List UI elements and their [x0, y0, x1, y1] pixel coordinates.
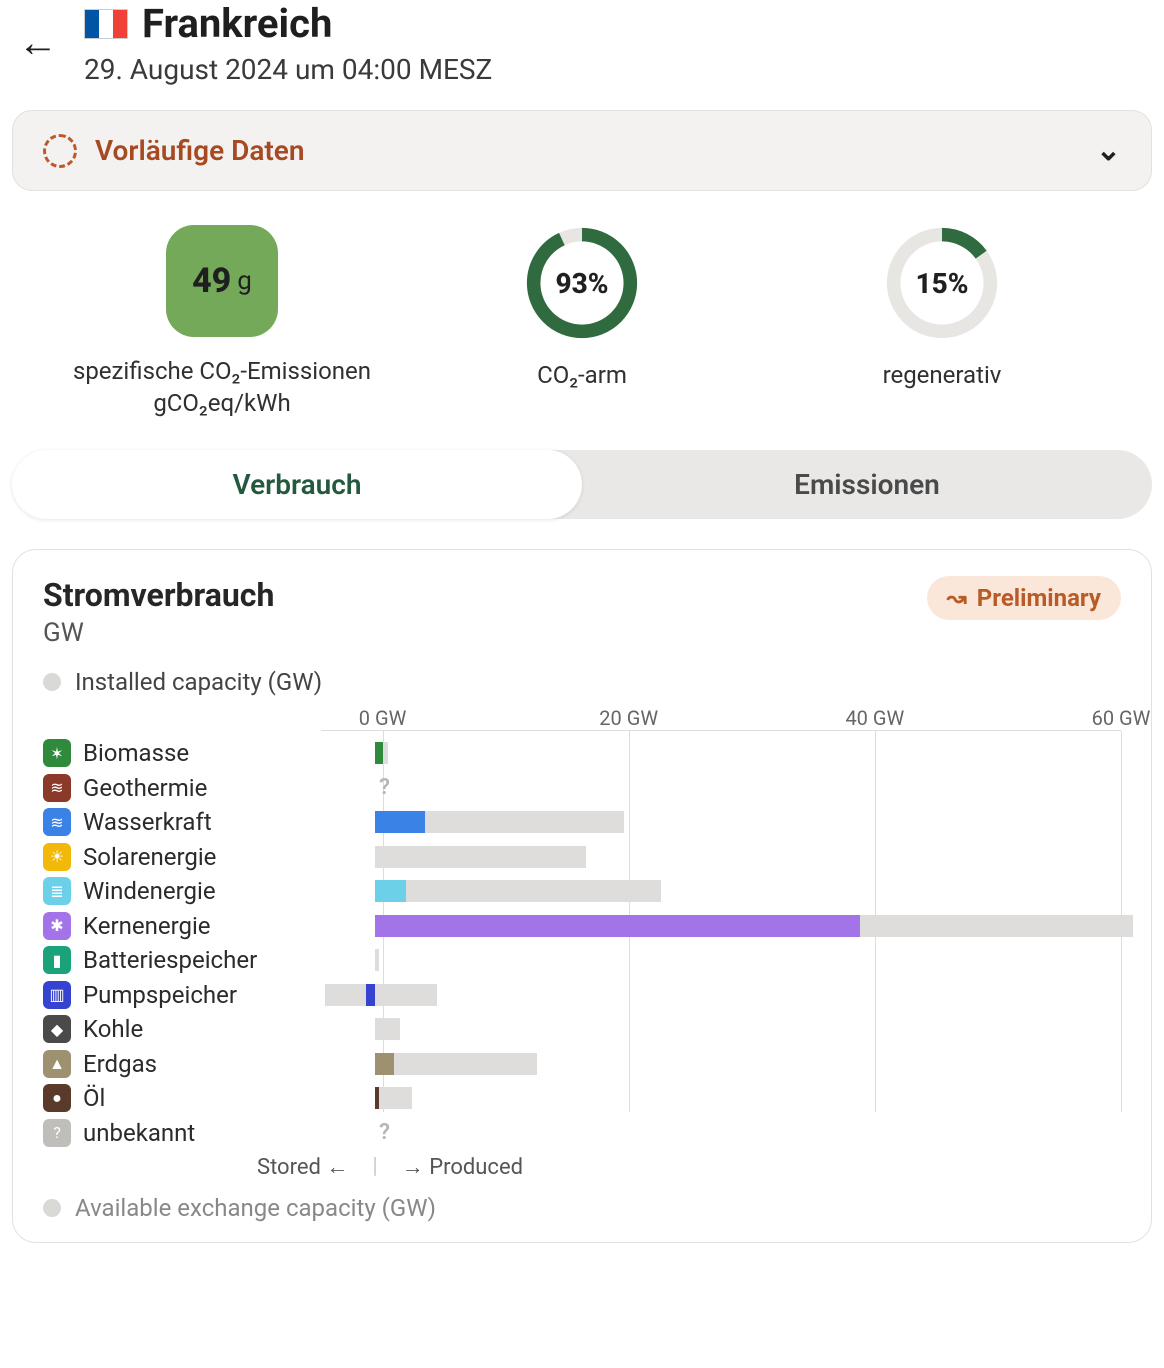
- emissions-value: 49: [192, 261, 231, 301]
- metric-renewable: 15% regenerativ: [792, 225, 1092, 420]
- chart-row[interactable]: ?unbekannt?: [43, 1115, 1121, 1150]
- source-label: Erdgas: [83, 1050, 313, 1078]
- chart-row[interactable]: ✱ Kernenergie: [43, 908, 1121, 943]
- chart-row[interactable]: ☀ Solarenergie: [43, 839, 1121, 874]
- datetime-subtitle: 29. August 2024 um 04:00 MESZ: [84, 53, 492, 86]
- tabs: Verbrauch Emissionen: [12, 450, 1152, 519]
- source-icon: ≋: [43, 774, 71, 802]
- axis-tick: 60 GW: [1092, 706, 1151, 730]
- source-icon: ◆: [43, 1015, 71, 1043]
- chevron-down-icon: ⌄: [1096, 133, 1121, 168]
- emissions-label: spezifische CO₂-Emissionen gCO₂eq/kWh: [73, 355, 371, 420]
- axis-tick: 0 GW: [359, 706, 407, 730]
- source-label: Windenergie: [83, 877, 313, 905]
- bar-track: [313, 949, 1121, 971]
- bar-track: [313, 811, 1121, 833]
- source-icon: ▮: [43, 946, 71, 974]
- bar-track: [313, 880, 1121, 902]
- source-icon: ▥: [43, 981, 71, 1009]
- bar-chart: 0 GW20 GW40 GW60 GW ✶Biomasse≋Geothermie…: [43, 706, 1121, 1146]
- source-label: Wasserkraft: [83, 808, 313, 836]
- source-icon: ✶: [43, 739, 71, 767]
- exchange-dot-icon: [43, 1199, 61, 1217]
- chart-row[interactable]: ▥ Pumpspeicher: [43, 977, 1121, 1012]
- bar-track: ?: [313, 1122, 1121, 1144]
- consumption-card: Stromverbrauch GW ↝ Preliminary Installe…: [12, 549, 1152, 1243]
- source-icon: ☀: [43, 843, 71, 871]
- chart-row[interactable]: ▮ Batteriespeicher: [43, 943, 1121, 978]
- country-title: Frankreich: [142, 0, 332, 47]
- axis-stored: Stored ←: [257, 1154, 348, 1180]
- emissions-unit: g: [237, 266, 252, 296]
- source-icon: ●: [43, 1084, 71, 1112]
- source-icon: ✱: [43, 912, 71, 940]
- trend-icon: ↝: [947, 584, 967, 612]
- legend-installed-capacity-label: Installed capacity (GW): [75, 668, 322, 696]
- source-label: Geothermie: [83, 774, 313, 802]
- axis-produced: → Produced: [402, 1154, 523, 1180]
- card-title: Stromverbrauch: [43, 576, 274, 614]
- preliminary-banner-label: Vorläufige Daten: [95, 134, 304, 167]
- chart-row[interactable]: ≋ Wasserkraft: [43, 805, 1121, 840]
- capacity-dot-icon: [43, 673, 61, 691]
- renewable-label: regenerativ: [883, 359, 1002, 391]
- chart-row[interactable]: ≋ Geothermie?: [43, 770, 1121, 805]
- tab-consumption[interactable]: Verbrauch: [12, 450, 582, 519]
- source-label: Kohle: [83, 1015, 313, 1043]
- legend-installed-capacity: Installed capacity (GW): [43, 668, 1121, 696]
- legend-exchange-capacity-label: Available exchange capacity (GW): [75, 1194, 436, 1222]
- chart-row[interactable]: ◆ Kohle: [43, 1012, 1121, 1047]
- bar-track: [313, 1018, 1121, 1040]
- chart-row[interactable]: ✶ Biomasse: [43, 736, 1121, 771]
- chart-row[interactable]: ▲ Erdgas: [43, 1046, 1121, 1081]
- source-icon: ≣: [43, 877, 71, 905]
- source-label: Solarenergie: [83, 843, 313, 871]
- source-icon: ?: [43, 1119, 71, 1147]
- chart-row[interactable]: ● Öl: [43, 1081, 1121, 1116]
- axis-legend: Stored ← | → Produced: [257, 1154, 1121, 1180]
- bar-track: [313, 742, 1121, 764]
- preliminary-chip-label: Preliminary: [977, 584, 1101, 612]
- metric-emissions: 49 g spezifische CO₂-Emissionen gCO₂eq/k…: [72, 225, 372, 420]
- axis-tick: 20 GW: [599, 706, 658, 730]
- preliminary-icon: [43, 134, 77, 168]
- source-label: Batteriespeicher: [83, 946, 313, 974]
- metrics-row: 49 g spezifische CO₂-Emissionen gCO₂eq/k…: [12, 215, 1152, 450]
- low-carbon-label: CO₂-arm: [537, 359, 627, 391]
- preliminary-banner[interactable]: Vorläufige Daten ⌄: [12, 110, 1152, 191]
- page-header: ← Frankreich 29. August 2024 um 04:00 ME…: [12, 0, 1152, 106]
- preliminary-chip: ↝ Preliminary: [927, 576, 1121, 620]
- source-label: unbekannt: [83, 1119, 313, 1147]
- bar-track: [313, 984, 1121, 1006]
- bar-track: [313, 1053, 1121, 1075]
- source-icon: ▲: [43, 1050, 71, 1078]
- renewable-donut: 15%: [884, 225, 1000, 341]
- source-label: Kernenergie: [83, 912, 313, 940]
- source-icon: ≋: [43, 808, 71, 836]
- low-carbon-percent: 93%: [524, 225, 640, 341]
- card-unit: GW: [43, 618, 274, 648]
- emissions-squircle: 49 g: [166, 225, 278, 337]
- bar-track: [313, 846, 1121, 868]
- legend-exchange-capacity: Available exchange capacity (GW): [43, 1194, 1121, 1222]
- low-carbon-donut: 93%: [524, 225, 640, 341]
- renewable-percent: 15%: [884, 225, 1000, 341]
- bar-track: ?: [313, 777, 1121, 799]
- flag-icon: [84, 9, 128, 39]
- back-arrow-icon[interactable]: ←: [12, 17, 64, 69]
- chart-row[interactable]: ≣ Windenergie: [43, 874, 1121, 909]
- metric-low-carbon: 93% CO₂-arm: [432, 225, 732, 420]
- source-label: Öl: [83, 1084, 313, 1112]
- header-title-block: Frankreich 29. August 2024 um 04:00 MESZ: [84, 0, 492, 86]
- axis-tick: 40 GW: [845, 706, 904, 730]
- bar-track: [313, 1087, 1121, 1109]
- bar-track: [313, 915, 1121, 937]
- source-label: Biomasse: [83, 739, 313, 767]
- tab-emissions[interactable]: Emissionen: [582, 450, 1152, 519]
- source-label: Pumpspeicher: [83, 981, 313, 1009]
